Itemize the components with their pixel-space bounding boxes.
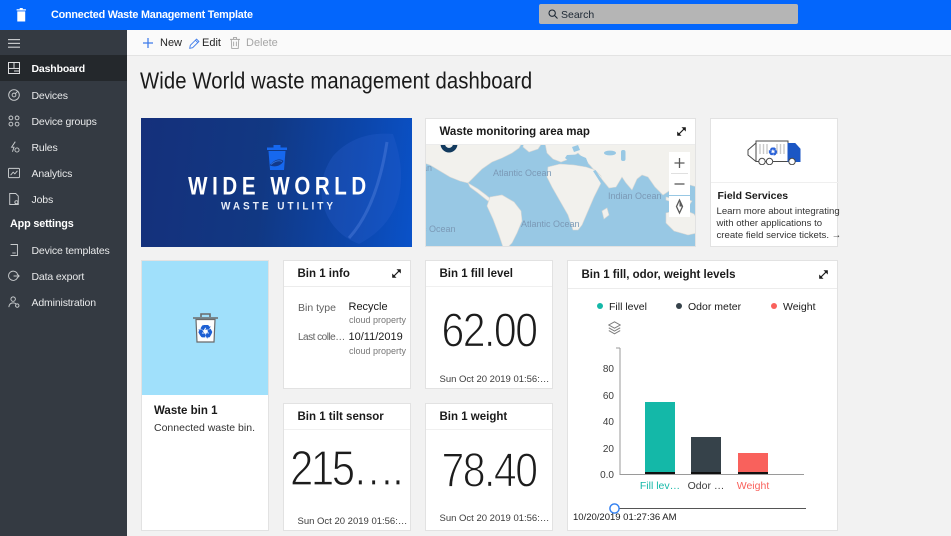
svg-text:Weight: Weight (737, 480, 770, 492)
svg-text:Atlantic Ocean: Atlantic Ocean (521, 219, 580, 229)
svg-text:an: an (426, 163, 432, 173)
svg-text:Indian Ocean: Indian Ocean (608, 191, 662, 201)
svg-text:Fill lev…: Fill lev… (640, 480, 680, 492)
svg-text:♻: ♻ (197, 322, 213, 342)
svg-text:c Ocean: c Ocean (426, 224, 456, 234)
svg-text:10/20/2019 01:27:36 AM: 10/20/2019 01:27:36 AM (573, 512, 677, 523)
svg-text:Atlantic Ocean: Atlantic Ocean (493, 168, 552, 178)
svg-text:Odor …: Odor … (688, 480, 725, 492)
svg-text:♻: ♻ (768, 147, 778, 159)
